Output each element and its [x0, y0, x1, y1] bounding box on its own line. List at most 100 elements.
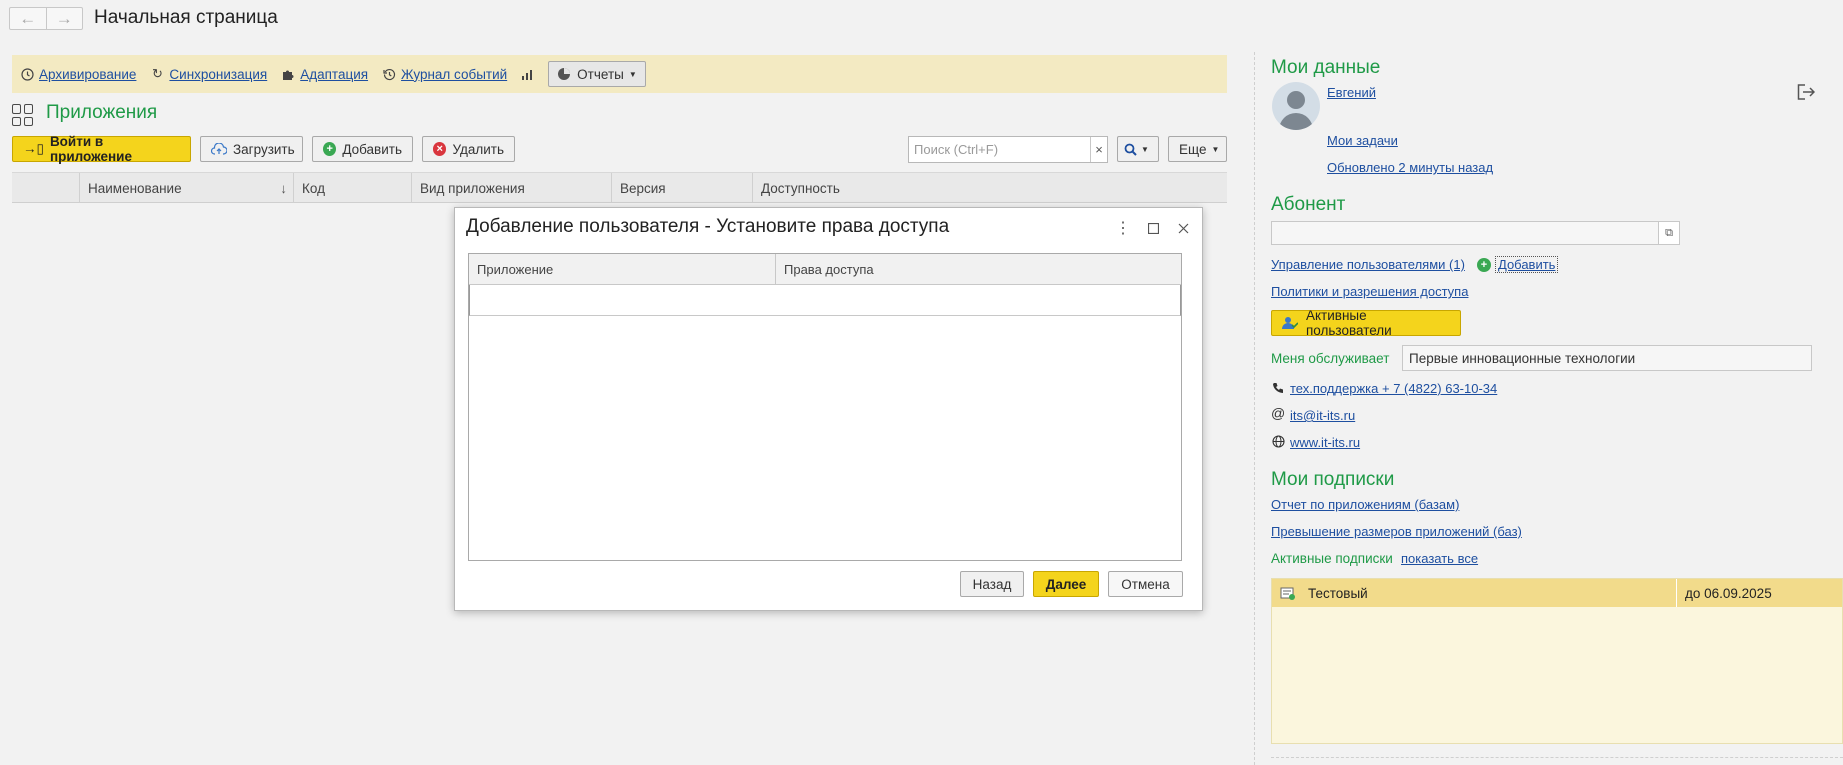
search-box: × — [908, 136, 1108, 163]
serviced-by-label: Меня обслуживает — [1271, 351, 1390, 366]
column-version[interactable]: Версия — [611, 173, 752, 203]
subscriptions-title: Мои подписки — [1271, 469, 1395, 490]
search-icon — [1124, 143, 1137, 156]
add-user-link[interactable]: Добавить — [1495, 256, 1559, 273]
add-user-dialog: Добавление пользователя - Установите пра… — [454, 207, 1203, 611]
sync-command[interactable]: ↻ Синхронизация — [150, 66, 267, 82]
column-marker — [12, 173, 79, 203]
search-input[interactable] — [909, 142, 1090, 157]
column-name-label: Наименование — [88, 180, 182, 196]
back-button[interactable]: Назад — [960, 571, 1024, 597]
chevron-down-icon: ▼ — [1141, 144, 1149, 154]
active-users-button[interactable]: Активные пользователи — [1271, 308, 1461, 338]
add-app-button[interactable]: + Добавить — [312, 136, 413, 162]
clock-icon — [20, 67, 34, 81]
open-form-icon[interactable]: ⧉ — [1658, 222, 1679, 244]
adaptation-link[interactable]: Адаптация — [300, 67, 368, 82]
cancel-button[interactable]: Отмена — [1108, 571, 1183, 597]
website-link[interactable]: www.it-its.ru — [1290, 435, 1360, 450]
close-icon[interactable] — [1173, 218, 1193, 238]
table-row[interactable]: Тестовый до 06.09.2025 — [1272, 579, 1842, 607]
email-link[interactable]: its@it-its.ru — [1290, 408, 1355, 423]
apps-report-link[interactable]: Отчет по приложениям (базам) — [1271, 497, 1459, 512]
policies-link[interactable]: Политики и разрешения доступа — [1271, 284, 1468, 299]
show-all-link[interactable]: показать все — [1401, 551, 1478, 566]
next-button[interactable]: Далее — [1033, 571, 1099, 597]
command-bar: Архивирование ↻ Синхронизация Адаптация … — [12, 55, 1227, 93]
phone-icon — [1272, 382, 1284, 397]
access-rights-header: Приложение Права доступа — [469, 254, 1181, 285]
at-icon: @ — [1271, 405, 1286, 421]
column-name[interactable]: Наименование ↓ — [79, 173, 293, 203]
reports-label: Отчеты — [577, 66, 624, 82]
column-application[interactable]: Приложение — [469, 254, 776, 284]
updated-link[interactable]: Обновлено 2 минуты назад — [1327, 160, 1493, 175]
arrow-right-icon[interactable]: → — [47, 8, 83, 29]
active-users-label: Активные пользователи — [1306, 308, 1392, 338]
archive-link[interactable]: Архивирование — [39, 67, 136, 82]
access-rights-table: Приложение Права доступа — [468, 253, 1182, 561]
chevron-down-icon: ▼ — [628, 69, 637, 79]
delete-label: Удалить — [452, 141, 504, 157]
chevron-down-icon: ▼ — [1211, 144, 1220, 154]
apps-grid-icon — [12, 104, 34, 126]
maximize-icon[interactable] — [1143, 218, 1163, 238]
delete-icon: × — [433, 142, 447, 156]
search-options-button[interactable]: ▼ — [1117, 136, 1159, 162]
globe-icon — [1272, 435, 1285, 451]
apps-table-header: Наименование ↓ Код Вид приложения Версия… — [12, 172, 1227, 203]
plus-icon: + — [323, 142, 337, 156]
my-data-title: Мои данные — [1271, 57, 1381, 78]
arrow-left-icon[interactable]: ← — [10, 8, 47, 29]
event-log-command[interactable]: Журнал событий — [382, 67, 507, 82]
puzzle-icon — [281, 67, 295, 81]
subscriber-title: Абонент — [1271, 194, 1346, 215]
subscription-name: Тестовый — [1308, 585, 1368, 601]
sort-arrow-icon: ↓ — [280, 180, 287, 196]
dialog-title: Добавление пользователя - Установите пра… — [466, 216, 950, 237]
plus-icon: + — [1477, 258, 1491, 272]
search-clear-button[interactable]: × — [1090, 137, 1107, 162]
subscriber-field[interactable] — [1271, 221, 1680, 245]
subscription-icon — [1280, 586, 1296, 600]
pie-chart-icon — [557, 67, 571, 81]
archive-command[interactable]: Архивирование — [20, 67, 136, 82]
event-log-link[interactable]: Журнал событий — [401, 67, 507, 82]
sync-link[interactable]: Синхронизация — [169, 67, 267, 82]
adaptation-command[interactable]: Адаптация — [281, 67, 368, 82]
reports-dropdown-button[interactable]: Отчеты ▼ — [548, 61, 646, 87]
my-tasks-link[interactable]: Мои задачи — [1327, 133, 1398, 148]
upload-button[interactable]: Загрузить — [200, 136, 303, 162]
bar-chart-icon[interactable] — [521, 68, 534, 81]
size-exceed-link[interactable]: Превышение размеров приложений (баз) — [1271, 524, 1522, 539]
column-access-rights[interactable]: Права доступа — [776, 254, 1181, 284]
subscriptions-table: Тестовый до 06.09.2025 — [1271, 578, 1843, 744]
refresh-icon: ↻ — [151, 66, 163, 81]
cloud-upload-icon — [211, 143, 227, 155]
delete-app-button[interactable]: × Удалить — [422, 136, 515, 162]
page-title: Начальная страница — [94, 7, 278, 28]
table-row[interactable] — [469, 285, 1181, 316]
apps-section-title: Приложения — [46, 102, 158, 123]
subscription-until: до 06.09.2025 — [1685, 585, 1772, 601]
login-icon: →▯ — [23, 141, 44, 156]
enter-app-label: Войти в приложение — [49, 134, 132, 164]
column-app-type[interactable]: Вид приложения — [411, 173, 611, 203]
upload-label: Загрузить — [233, 141, 295, 157]
users-icon — [1282, 316, 1298, 330]
more-label: Еще — [1179, 141, 1207, 157]
column-code[interactable]: Код — [293, 173, 411, 203]
manage-users-link[interactable]: Управление пользователями (1) — [1271, 257, 1465, 272]
panel-divider — [1254, 52, 1255, 765]
history-icon — [382, 67, 396, 81]
support-phone-link[interactable]: тех.поддержка + 7 (4822) 63-10-34 — [1290, 381, 1497, 396]
more-button[interactable]: Еще ▼ — [1168, 136, 1227, 162]
logout-icon[interactable] — [1797, 84, 1816, 103]
user-name-link[interactable]: Евгений — [1327, 85, 1376, 100]
more-vertical-icon[interactable]: ⋮ — [1113, 218, 1133, 238]
section-separator — [1271, 757, 1843, 758]
enter-app-button[interactable]: →▯ Войти в приложение — [12, 134, 191, 164]
column-availability[interactable]: Доступность — [752, 173, 1227, 203]
serviced-by-field[interactable]: Первые инновационные технологии — [1402, 345, 1812, 371]
add-label: Добавить — [342, 141, 402, 157]
